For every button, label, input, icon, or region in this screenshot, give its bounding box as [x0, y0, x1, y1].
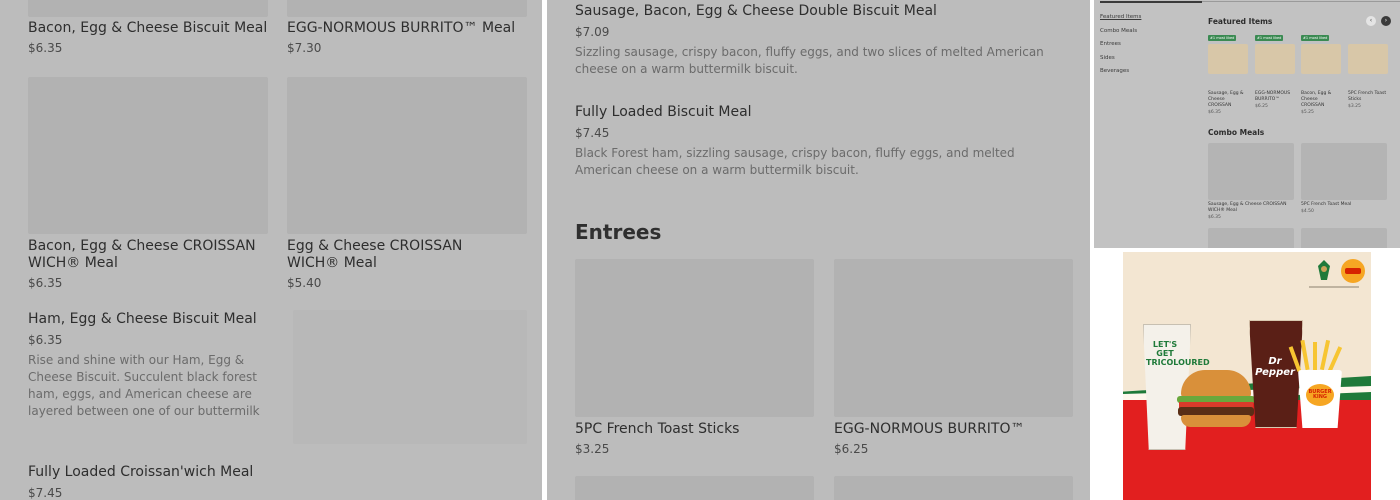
fine-print-line — [1309, 286, 1359, 288]
featured-name[interactable]: Bacon, Egg & Cheese CROISSAN — [1301, 91, 1341, 109]
menu-panel-left: Bacon, Egg & Cheese Biscuit Meal $6.35 E… — [0, 0, 542, 500]
featured-image[interactable] — [1208, 44, 1248, 74]
item-title[interactable]: EGG-NORMOUS BURRITO™ — [834, 421, 1073, 438]
featured-name[interactable]: Sausage, Egg & Cheese CROISSAN — [1208, 91, 1248, 109]
next-arrow-icon[interactable]: › — [1381, 16, 1391, 26]
sidebar-item-beverages[interactable]: Beverages — [1100, 68, 1129, 74]
item-image[interactable] — [575, 476, 814, 500]
item-image[interactable] — [28, 77, 268, 234]
item-title[interactable]: Fully Loaded Croissan'wich Meal — [28, 464, 278, 481]
fries-box: BURGER KING — [1298, 370, 1342, 428]
sidebar-item-combo[interactable]: Combo Meals — [1100, 28, 1137, 34]
menu-panel-middle: Sausage, Bacon, Egg & Cheese Double Bisc… — [547, 0, 1090, 500]
badge: #1 most liked — [1301, 35, 1330, 41]
sidebar-item-featured[interactable]: Featured Items — [1100, 14, 1141, 20]
combo-image[interactable] — [1301, 228, 1387, 248]
item-title[interactable]: Sausage, Bacon, Egg & Cheese Double Bisc… — [575, 3, 1075, 20]
combo-price: $4.50 — [1301, 209, 1314, 214]
featured-name[interactable]: 5PC French Toast Sticks — [1348, 91, 1388, 103]
brand-label: BURGER KING — [1308, 389, 1332, 400]
item-title[interactable]: EGG-NORMOUS BURRITO™ Meal — [287, 20, 527, 37]
sidebar-item-sides[interactable]: Sides — [1100, 55, 1115, 61]
combo-name[interactable]: Sausage, Egg & Cheese CROISSAN WICH® Mea… — [1208, 202, 1300, 214]
item-price: $7.30 — [287, 41, 322, 55]
item-price: $6.25 — [834, 442, 869, 456]
featured-image[interactable] — [1301, 44, 1341, 74]
fries-icon — [1288, 339, 1347, 372]
featured-image[interactable] — [1348, 44, 1388, 74]
burger-icon — [1175, 370, 1257, 432]
featured-heading: Featured Items — [1208, 17, 1273, 26]
item-image[interactable] — [834, 259, 1073, 417]
item-image[interactable] — [575, 259, 814, 417]
combo-heading: Combo Meals — [1208, 128, 1265, 137]
item-price: $7.45 — [575, 126, 610, 140]
item-price: $3.25 — [575, 442, 610, 456]
featured-price: $5.25 — [1301, 110, 1314, 115]
item-description: Sizzling sausage, crispy bacon, fluffy e… — [575, 45, 1044, 76]
item-image[interactable] — [287, 77, 527, 234]
item-image[interactable] — [287, 0, 527, 17]
item-image[interactable] — [28, 0, 268, 17]
desktop-store-preview: Featured Items Combo Meals Entrees Sides… — [1094, 0, 1400, 248]
item-description: Rise and shine with our Ham, Egg & Chees… — [28, 353, 260, 418]
combo-image[interactable] — [1208, 228, 1294, 248]
divider — [1202, 1, 1400, 2]
tagline: LET'S GET TRICOLOURED — [1146, 340, 1210, 367]
burger-king-logo-icon — [1341, 259, 1365, 283]
item-title[interactable]: Egg & Cheese CROISSAN WICH® Meal — [287, 238, 517, 272]
item-price: $7.09 — [575, 25, 610, 39]
item-price: $6.35 — [28, 41, 63, 55]
featured-price: $6.35 — [1208, 110, 1221, 115]
item-title[interactable]: 5PC French Toast Sticks — [575, 421, 814, 438]
combo-image[interactable] — [1208, 143, 1294, 200]
promo-banner[interactable]: LET'S GET TRICOLOURED Dr Pepper BURGER K… — [1123, 252, 1371, 500]
item-title[interactable]: Bacon, Egg & Cheese Biscuit Meal — [28, 20, 268, 37]
item-title[interactable]: Bacon, Egg & Cheese CROISSAN WICH® Meal — [28, 238, 258, 272]
badge: #1 most liked — [1255, 35, 1284, 41]
item-image[interactable] — [834, 476, 1073, 500]
tab-underline — [1100, 1, 1202, 3]
prev-arrow-icon[interactable]: ‹ — [1366, 16, 1376, 26]
featured-image[interactable] — [1255, 44, 1295, 74]
sidebar-item-entrees[interactable]: Entrees — [1100, 41, 1121, 47]
emblem-icon — [1318, 260, 1330, 280]
combo-name[interactable]: 5PC French Toast Meal — [1301, 202, 1391, 208]
item-image[interactable] — [293, 310, 527, 444]
item-price: $7.45 — [28, 486, 63, 500]
item-title[interactable]: Ham, Egg & Cheese Biscuit Meal — [28, 311, 278, 328]
item-price: $6.35 — [28, 276, 63, 290]
combo-price: $6.35 — [1208, 215, 1221, 220]
item-description: Black Forest ham, sizzling sausage, cris… — [575, 146, 1015, 177]
item-price: $5.40 — [287, 276, 322, 290]
combo-image[interactable] — [1301, 143, 1387, 200]
badge: #1 most liked — [1208, 35, 1237, 41]
featured-price: $3.25 — [1348, 104, 1361, 109]
item-title[interactable]: Fully Loaded Biscuit Meal — [575, 104, 1075, 121]
section-heading-entrees: Entrees — [575, 220, 662, 244]
featured-price: $6.25 — [1255, 104, 1268, 109]
featured-name[interactable]: EGG-NORMOUS BURRITO™ — [1255, 91, 1295, 103]
item-price: $6.35 — [28, 333, 63, 347]
